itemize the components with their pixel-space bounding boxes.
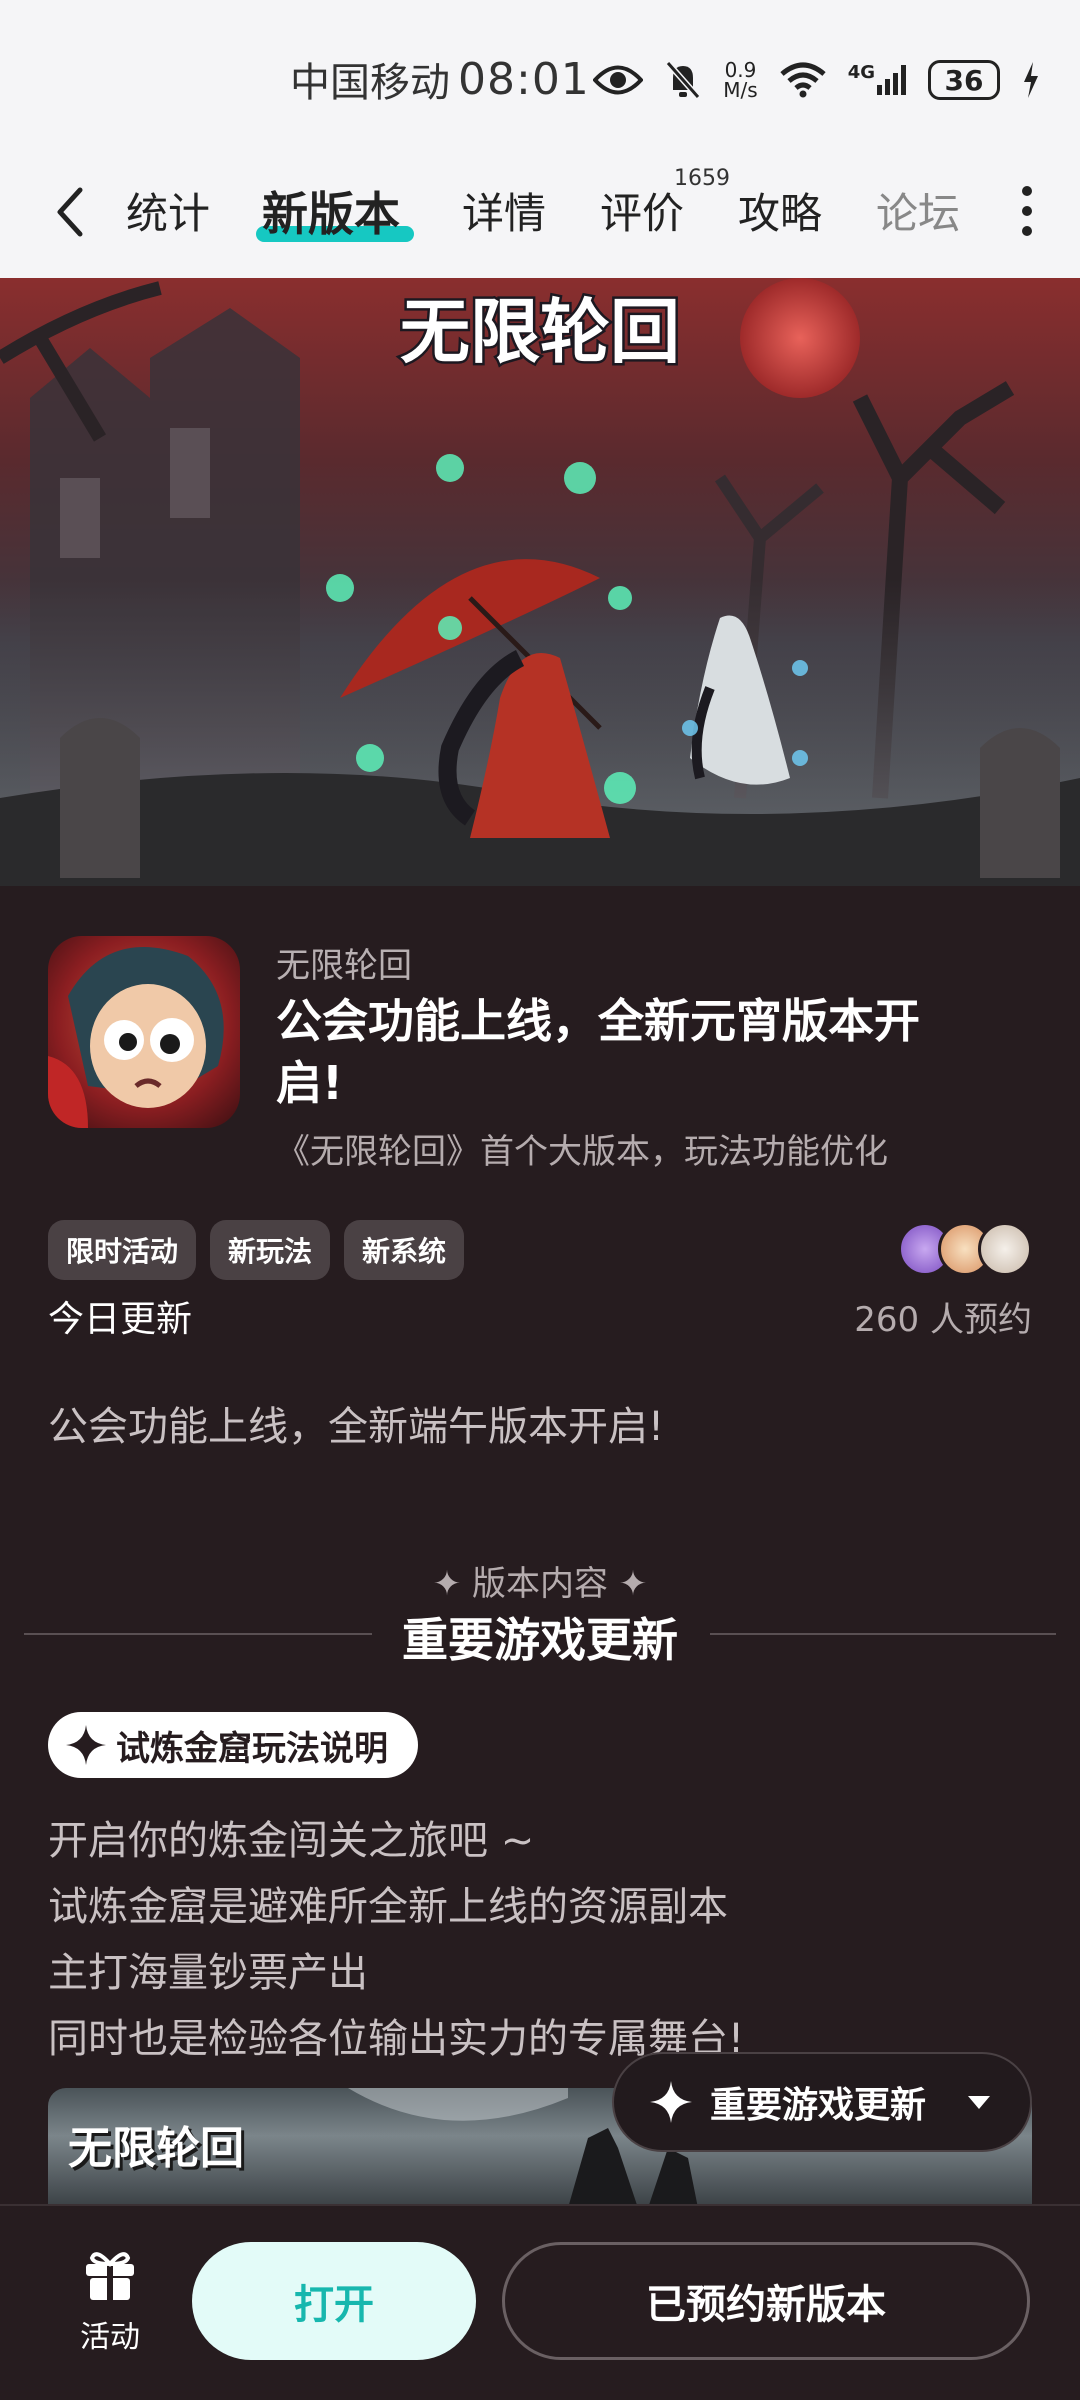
cell-signal: 4G bbox=[847, 62, 906, 95]
net-speed-value: 0.9 bbox=[724, 58, 757, 82]
hero-banner[interactable]: 无限轮回 bbox=[0, 278, 1080, 886]
battery-indicator: 36 bbox=[928, 60, 1000, 100]
tab-stats[interactable]: 统计 bbox=[126, 180, 210, 241]
review-count-badge: 1659 bbox=[674, 166, 730, 191]
tab-nav: 统计 新版本 详情 评价 1659 攻略 论坛 bbox=[0, 160, 1080, 278]
app-icon[interactable] bbox=[48, 936, 240, 1128]
body-line-1: 开启你的炼金闯关之旅吧 ~ bbox=[48, 1818, 535, 1864]
tag-list: 限时活动 新玩法 新系统 bbox=[48, 1220, 465, 1280]
hero-artwork: 无限轮回 bbox=[0, 278, 1080, 886]
gift-icon bbox=[86, 2252, 134, 2300]
reserved-new-version-button[interactable]: 已预约新版本 bbox=[502, 2242, 1030, 2360]
bottom-action-bar: 活动 打开 已预约新版本 bbox=[0, 2204, 1080, 2400]
tag-new-system: 新系统 bbox=[344, 1220, 465, 1280]
eye-icon bbox=[593, 65, 644, 95]
app-name[interactable]: 无限轮回 bbox=[276, 938, 412, 987]
section-kicker: ✦ 版本内容 ✦ bbox=[432, 1564, 648, 1604]
subsection-pill: 试炼金窟玩法说明 bbox=[48, 1712, 418, 1778]
signal-bars-icon bbox=[877, 65, 906, 95]
body-line-4: 同时也是检验各位输出实力的专属舞台! bbox=[48, 2016, 745, 2062]
caret-down-icon bbox=[968, 2096, 990, 2109]
more-options-icon[interactable] bbox=[1022, 186, 1034, 236]
section-jump-chip[interactable]: 重要游戏更新 bbox=[612, 2052, 1032, 2152]
sparkle-icon bbox=[66, 1725, 106, 1765]
charging-bolt-icon bbox=[1024, 62, 1038, 98]
status-left: 中国移动 08:01 bbox=[290, 50, 590, 108]
section-title: 重要游戏更新 bbox=[402, 1613, 678, 1667]
network-type: 4G bbox=[847, 62, 875, 83]
version-headline: 公会功能上线，全新元宵版本开启! bbox=[276, 994, 920, 1110]
version-description: 公会功能上线，全新端午版本开启! bbox=[48, 1404, 665, 1450]
status-icons: 0.9 M/s 4G 36 bbox=[593, 50, 1040, 110]
mute-bell-icon bbox=[666, 61, 701, 99]
wifi-icon bbox=[780, 62, 826, 98]
activity-label: 活动 bbox=[80, 2320, 140, 2355]
tag-limited-event: 限时活动 bbox=[48, 1220, 197, 1280]
status-bar: 中国移动 08:01 0.9 M/s 4G 36 bbox=[0, 0, 1080, 160]
tab-details[interactable]: 详情 bbox=[462, 180, 546, 241]
activity-button[interactable]: 活动 bbox=[70, 2246, 150, 2356]
tab-new-version[interactable]: 新版本 bbox=[262, 178, 400, 244]
carrier-label: 中国移动 bbox=[290, 60, 450, 106]
subsection-title: 试炼金窟玩法说明 bbox=[116, 1728, 388, 1769]
tab-forum[interactable]: 论坛 bbox=[876, 180, 960, 241]
content-image-logo: 无限轮回 bbox=[68, 2123, 244, 2174]
reserver-avatars bbox=[898, 1222, 1032, 1276]
version-subhead: 《无限轮回》首个大版本，玩法功能优化 bbox=[276, 1132, 888, 1172]
tab-reviews[interactable]: 评价 bbox=[600, 180, 684, 241]
app-icon-art bbox=[48, 947, 224, 1128]
clock: 08:01 bbox=[458, 53, 590, 105]
battery-level: 36 bbox=[944, 63, 984, 97]
tab-guides[interactable]: 攻略 bbox=[738, 180, 822, 241]
reserve-count: 260 人预约 bbox=[854, 1300, 1032, 1340]
net-speed-unit: M/s bbox=[723, 78, 758, 102]
update-status: 今日更新 bbox=[48, 1299, 193, 1340]
section-jump-label: 重要游戏更新 bbox=[710, 2085, 927, 2126]
hero-logo-text: 无限轮回 bbox=[400, 290, 680, 373]
back-arrow-icon[interactable] bbox=[50, 182, 90, 242]
tag-new-gameplay: 新玩法 bbox=[210, 1220, 331, 1280]
avatar bbox=[978, 1222, 1032, 1276]
body-line-2: 试炼金窟是避难所全新上线的资源副本 bbox=[48, 1884, 728, 1930]
open-button[interactable]: 打开 bbox=[192, 2242, 476, 2360]
body-line-3: 主打海量钞票产出 bbox=[48, 1950, 368, 1996]
net-speed: 0.9 M/s bbox=[723, 60, 757, 100]
sparkle-icon bbox=[650, 2081, 692, 2123]
